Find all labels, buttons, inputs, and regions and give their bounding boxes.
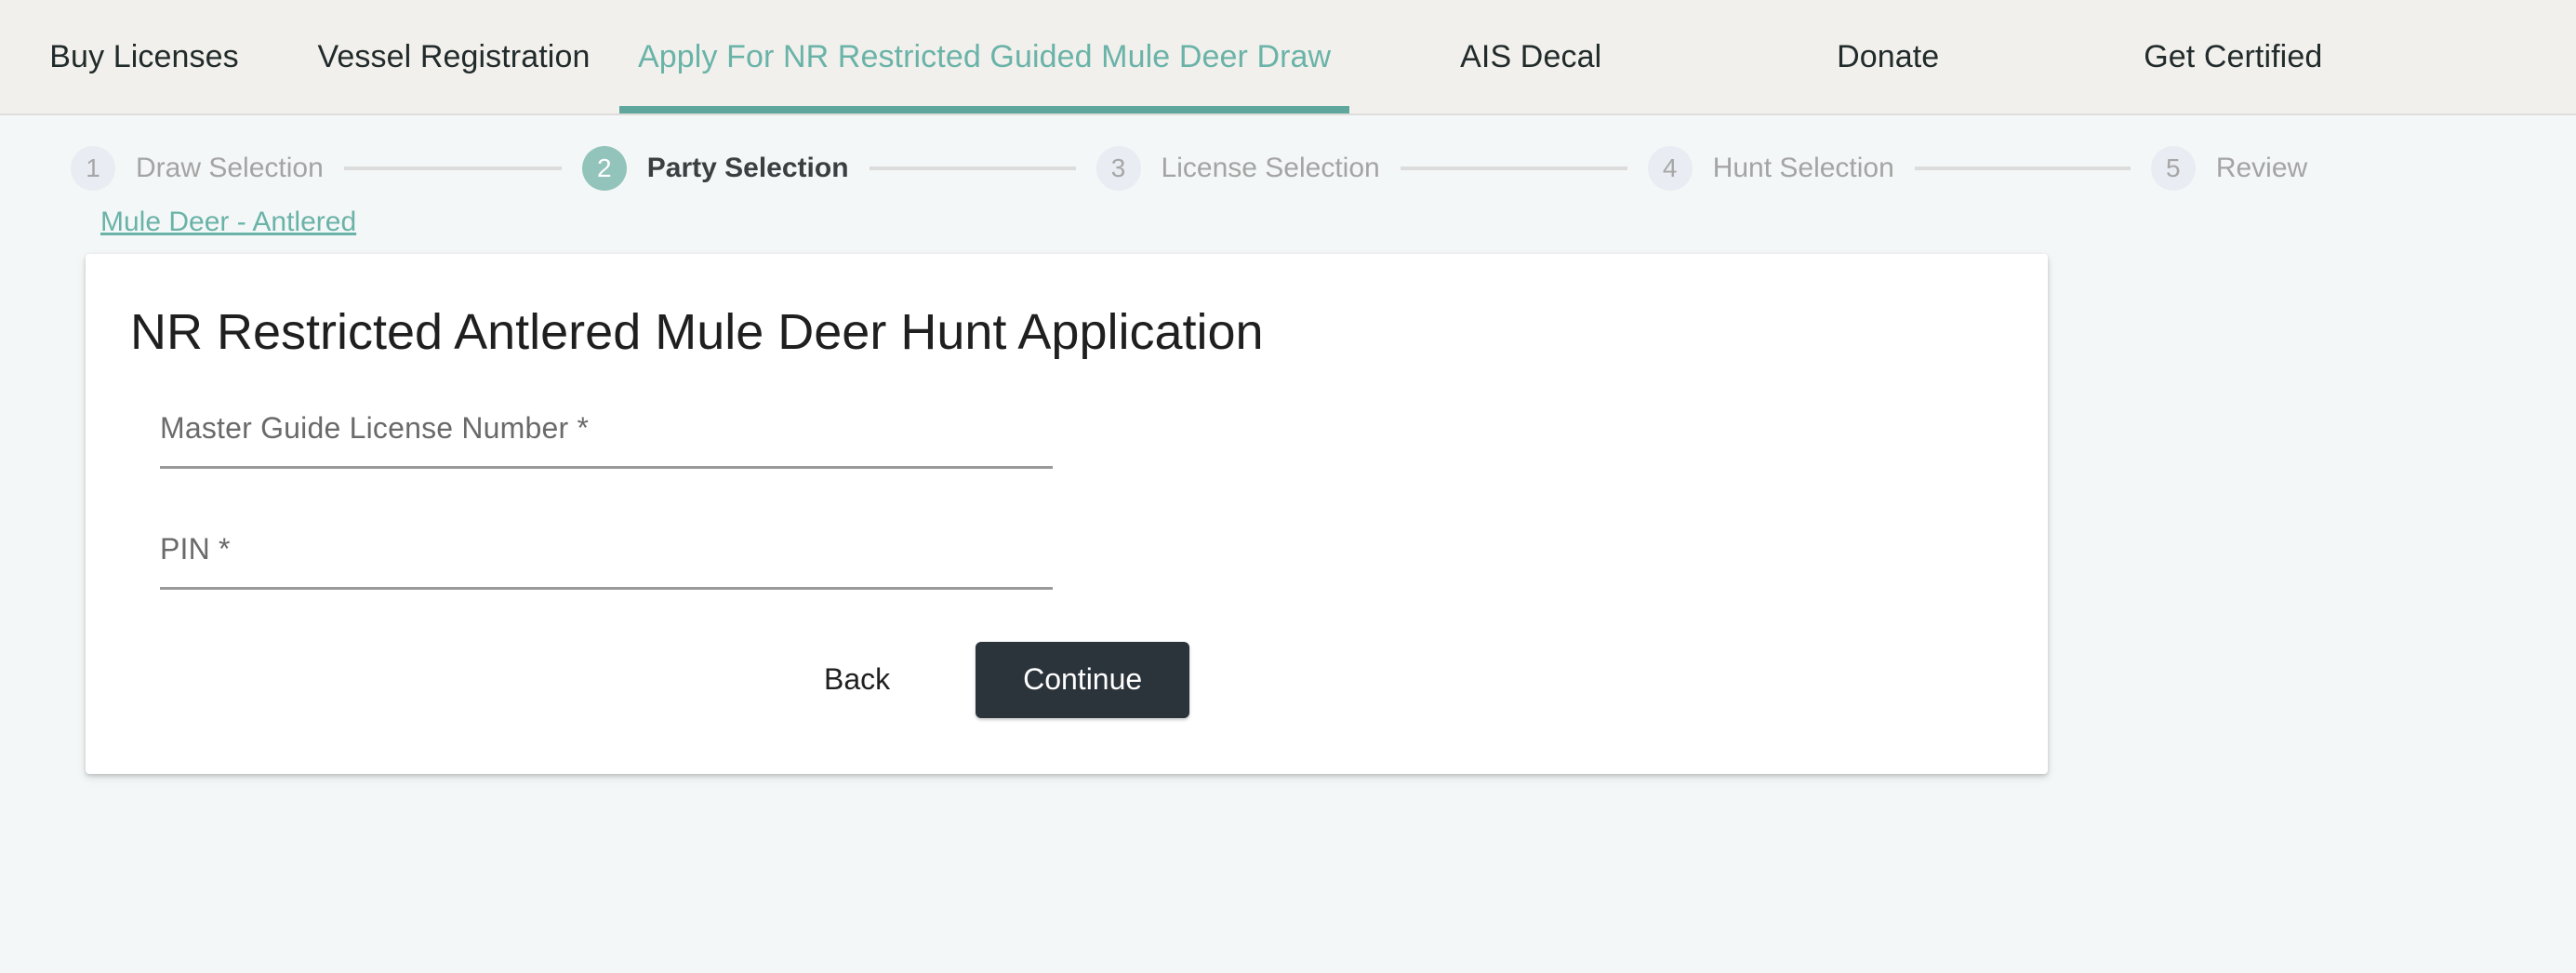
step-number-badge: 4 [1647, 145, 1693, 191]
step-connector-line [343, 166, 562, 170]
step-number-badge: 5 [2150, 145, 2196, 191]
step-connector-line [1914, 166, 2131, 170]
top-navigation-bar: Buy Licenses Vessel Registration Apply F… [0, 0, 2576, 115]
step-number-badge: 2 [581, 145, 627, 191]
step-label: Draw Selection [136, 152, 324, 183]
nav-item-label: Buy Licenses [49, 38, 239, 74]
step-review[interactable]: 5 Review [2150, 145, 2308, 191]
nav-item-label: Vessel Registration [317, 38, 591, 74]
card-wrapper: NR Restricted Antlered Mule Deer Hunt Ap… [0, 238, 2576, 774]
application-card: NR Restricted Antlered Mule Deer Hunt Ap… [86, 254, 2048, 774]
field-master-guide-license-number: Master Guide License Number * [160, 411, 1053, 469]
pin-input[interactable] [160, 582, 1053, 590]
nav-item-donate[interactable]: Donate [1712, 0, 2064, 113]
nav-item-vessel-registration[interactable]: Vessel Registration [288, 0, 619, 113]
nav-item-label: Get Certified [2144, 38, 2323, 74]
step-number-badge: 3 [1095, 145, 1141, 191]
field-pin: PIN * [160, 532, 1053, 590]
application-form: Master Guide License Number * PIN * [86, 363, 2048, 590]
nav-item-apply-nr-restricted-guided-mule-deer-draw[interactable]: Apply For NR Restricted Guided Mule Deer… [619, 0, 1350, 113]
step-draw-selection[interactable]: 1 Draw Selection [71, 145, 324, 191]
step-connector-line [1400, 166, 1627, 170]
step-hunt-selection[interactable]: 4 Hunt Selection [1647, 145, 1894, 191]
card-actions: Back Continue [160, 590, 2048, 718]
active-tab-underline [619, 106, 1350, 113]
step-progress-bar: 1 Draw Selection 2 Party Selection 3 Lic… [0, 115, 2576, 191]
breadcrumb-container: Mule Deer - Antlered [0, 186, 2576, 238]
nav-item-get-certified[interactable]: Get Certified [2064, 0, 2341, 113]
step-party-selection[interactable]: 2 Party Selection [581, 145, 849, 191]
step-label: Review [2215, 152, 2308, 183]
step-label: Hunt Selection [1712, 152, 1894, 183]
nav-item-buy-licenses[interactable]: Buy Licenses [0, 0, 288, 113]
pin-label: PIN * [160, 531, 231, 566]
continue-button[interactable]: Continue [976, 641, 1190, 718]
step-number-badge: 1 [71, 145, 115, 191]
nav-item-label: Donate [1837, 38, 1940, 74]
step-label: Party Selection [646, 152, 849, 183]
master-guide-license-number-label: Master Guide License Number * [160, 410, 590, 445]
master-guide-license-number-input[interactable] [160, 461, 1053, 469]
nav-item-label: Apply For NR Restricted Guided Mule Deer… [638, 38, 1332, 74]
nav-item-label: AIS Decal [1460, 38, 1602, 74]
page-title: NR Restricted Antlered Mule Deer Hunt Ap… [130, 304, 1264, 360]
step-connector-line [869, 166, 1076, 170]
step-license-selection[interactable]: 3 License Selection [1095, 145, 1380, 191]
step-label: License Selection [1161, 152, 1380, 183]
back-button[interactable]: Back [792, 646, 922, 713]
breadcrumb-link-mule-deer-antlered[interactable]: Mule Deer - Antlered [0, 186, 356, 238]
nav-item-ais-decal[interactable]: AIS Decal [1349, 0, 1712, 113]
nav-items-container: Buy Licenses Vessel Registration Apply F… [0, 0, 2576, 113]
